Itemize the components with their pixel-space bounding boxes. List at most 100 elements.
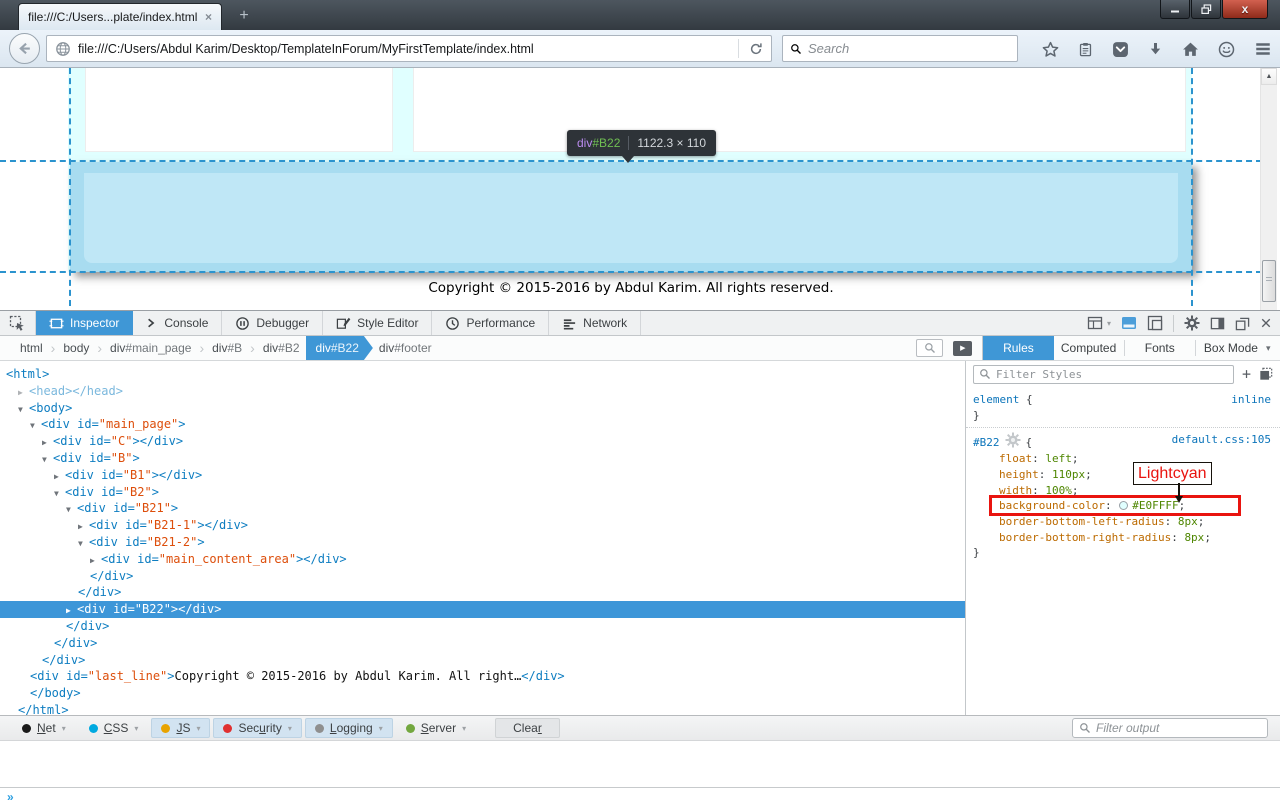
markup-row[interactable]: ▶<div id="C"></div>: [0, 433, 965, 450]
pocket-icon[interactable]: [1112, 41, 1129, 58]
devtools-tab-style-editor[interactable]: Style Editor: [323, 311, 432, 335]
css-property-border-bottom-left-radius[interactable]: border-bottom-left-radius: 8px;: [973, 514, 1280, 530]
rule-selector[interactable]: #B22: [973, 436, 1000, 449]
scrollbar-thumb[interactable]: [1262, 260, 1276, 302]
markup-row-selected[interactable]: ▶<div id="B22"></div>: [0, 601, 965, 618]
devtools-tab-console[interactable]: Console: [133, 311, 222, 335]
rule-location-link[interactable]: default.css:105: [1172, 432, 1271, 448]
breadcrumb-item-div-B2[interactable]: div#B2: [257, 336, 306, 360]
console-filter-server[interactable]: Server▾: [396, 718, 476, 738]
filter-styles-input[interactable]: Filter Styles: [973, 365, 1234, 384]
sidebar-tab-computed[interactable]: Computed: [1054, 336, 1124, 360]
console-filter-net[interactable]: Net▾: [12, 718, 76, 738]
property-value[interactable]: 8px: [1178, 515, 1198, 528]
url-bar[interactable]: file:///C:/Users/Abdul Karim/Desktop/Tem…: [46, 35, 772, 62]
console-input-row[interactable]: »: [0, 787, 1280, 800]
browser-tab[interactable]: file:///C:/Users...plate/index.html ×: [18, 3, 222, 30]
property-name[interactable]: height: [999, 468, 1039, 481]
markup-row[interactable]: </body>: [0, 685, 965, 702]
reload-button[interactable]: [741, 42, 771, 56]
responsive-mode-icon[interactable]: [1147, 315, 1163, 331]
sidebar-tab-fonts[interactable]: Fonts: [1125, 336, 1195, 360]
clipboard-icon[interactable]: [1078, 42, 1093, 57]
console-filter-security[interactable]: Security▾: [213, 718, 301, 738]
scroll-up-arrow-icon[interactable]: ▲: [1261, 68, 1277, 85]
breadcrumb-item-body[interactable]: body: [57, 336, 95, 360]
css-property-border-bottom-right-radius[interactable]: border-bottom-right-radius: 8px;: [973, 530, 1280, 546]
breadcrumb-item-html[interactable]: html: [14, 336, 49, 360]
home-icon[interactable]: [1182, 41, 1199, 58]
property-value[interactable]: 110px: [1052, 468, 1085, 481]
close-icon[interactable]: [1260, 317, 1272, 329]
tab-close-icon[interactable]: ×: [205, 10, 212, 24]
markup-row[interactable]: </div>: [0, 568, 965, 585]
settings-icon[interactable]: [1184, 315, 1200, 331]
markup-row[interactable]: </div>: [0, 635, 965, 652]
frames-icon[interactable]: [1087, 315, 1103, 331]
property-name[interactable]: float: [999, 452, 1032, 465]
markup-row[interactable]: </div>: [0, 618, 965, 635]
clear-console-button[interactable]: Clear: [495, 718, 560, 738]
markup-row[interactable]: <div id="last_line">Copyright © 2015-201…: [0, 668, 965, 685]
markup-row[interactable]: ▶<div id="B21-1"></div>: [0, 517, 965, 534]
split-console-icon[interactable]: [1121, 315, 1137, 331]
breadcrumb-item-div-B22[interactable]: div#B22: [306, 336, 373, 360]
download-icon[interactable]: [1148, 42, 1163, 57]
markup-row[interactable]: </html>: [0, 702, 965, 715]
console-filter-css[interactable]: CSS▾: [79, 718, 149, 738]
markup-row[interactable]: ▼<body>: [0, 400, 965, 417]
markup-row[interactable]: ▼<div id="B2">: [0, 484, 965, 501]
url-text[interactable]: file:///C:/Users/Abdul Karim/Desktop/Tem…: [78, 42, 736, 56]
devtools-tab-debugger[interactable]: Debugger: [222, 311, 323, 335]
property-name[interactable]: border-bottom-right-radius: [999, 531, 1171, 544]
property-name[interactable]: border-bottom-left-radius: [999, 515, 1165, 528]
breadcrumb-item-div-B[interactable]: div#B: [206, 336, 248, 360]
console-filter-js[interactable]: JS▾: [151, 718, 210, 738]
markup-search-button[interactable]: [916, 339, 943, 357]
markup-row[interactable]: <html>: [0, 366, 965, 383]
sidebar-tab-box-mode[interactable]: Box Mode: [1196, 336, 1266, 360]
markup-view[interactable]: <html>▶<head></head>▼<body>▼<div id="mai…: [0, 361, 966, 715]
markup-row[interactable]: </div>: [0, 584, 965, 601]
close-window-button[interactable]: x: [1222, 0, 1268, 19]
devtools-tab-inspector[interactable]: Inspector: [36, 311, 133, 335]
devtools-tab-performance[interactable]: Performance: [432, 311, 549, 335]
markup-row[interactable]: ▼<div id="main_page">: [0, 416, 965, 433]
expand-sidebar-button[interactable]: ▶: [953, 341, 972, 356]
devtools-tab-network[interactable]: Network: [549, 311, 641, 335]
css-property-height[interactable]: height: 110px;: [973, 467, 1280, 483]
rule-gear-icon[interactable]: [1005, 432, 1021, 448]
filter-output-input[interactable]: Filter output: [1072, 718, 1268, 738]
menu-icon[interactable]: [1254, 40, 1272, 58]
dock-side-icon[interactable]: [1210, 316, 1225, 331]
new-tab-button[interactable]: +: [230, 7, 258, 26]
property-value[interactable]: left: [1045, 452, 1072, 465]
sidebar-tab-rules[interactable]: Rules: [983, 336, 1053, 360]
detach-icon[interactable]: [1235, 316, 1250, 331]
sidebar-tabs-dropdown-icon[interactable]: ▾: [1266, 336, 1280, 360]
pseudo-class-button[interactable]: [1259, 367, 1273, 381]
page-scrollbar[interactable]: ▲: [1260, 68, 1277, 310]
back-button[interactable]: [9, 33, 40, 64]
css-property-background-color[interactable]: background-color: #E0FFFF;Lightcyan: [973, 498, 1280, 514]
markup-row[interactable]: </div>: [0, 652, 965, 669]
search-bar[interactable]: Search: [782, 35, 1018, 62]
restore-button[interactable]: [1191, 0, 1221, 19]
rule-selector[interactable]: element: [973, 393, 1019, 406]
property-value[interactable]: 8px: [1184, 531, 1204, 544]
console-filter-logging[interactable]: Logging▾: [305, 718, 393, 738]
minimize-button[interactable]: [1160, 0, 1190, 19]
hello-icon[interactable]: [1218, 41, 1235, 58]
add-rule-button[interactable]: +: [1242, 367, 1251, 382]
markup-row[interactable]: ▶<head></head>: [0, 383, 965, 400]
pick-element-button[interactable]: [0, 311, 36, 335]
markup-row[interactable]: ▶<div id="main_content_area"></div>: [0, 551, 965, 568]
markup-row[interactable]: ▶<div id="B1"></div>: [0, 467, 965, 484]
css-property-float[interactable]: float: left;: [973, 451, 1280, 467]
markup-row[interactable]: ▼<div id="B21">: [0, 500, 965, 517]
breadcrumb-item-div-footer[interactable]: div#footer: [373, 336, 438, 360]
rule-location-link[interactable]: inline: [1231, 392, 1271, 408]
markup-row[interactable]: ▼<div id="B21-2">: [0, 534, 965, 551]
star-icon[interactable]: [1042, 41, 1059, 58]
markup-row[interactable]: ▼<div id="B">: [0, 450, 965, 467]
